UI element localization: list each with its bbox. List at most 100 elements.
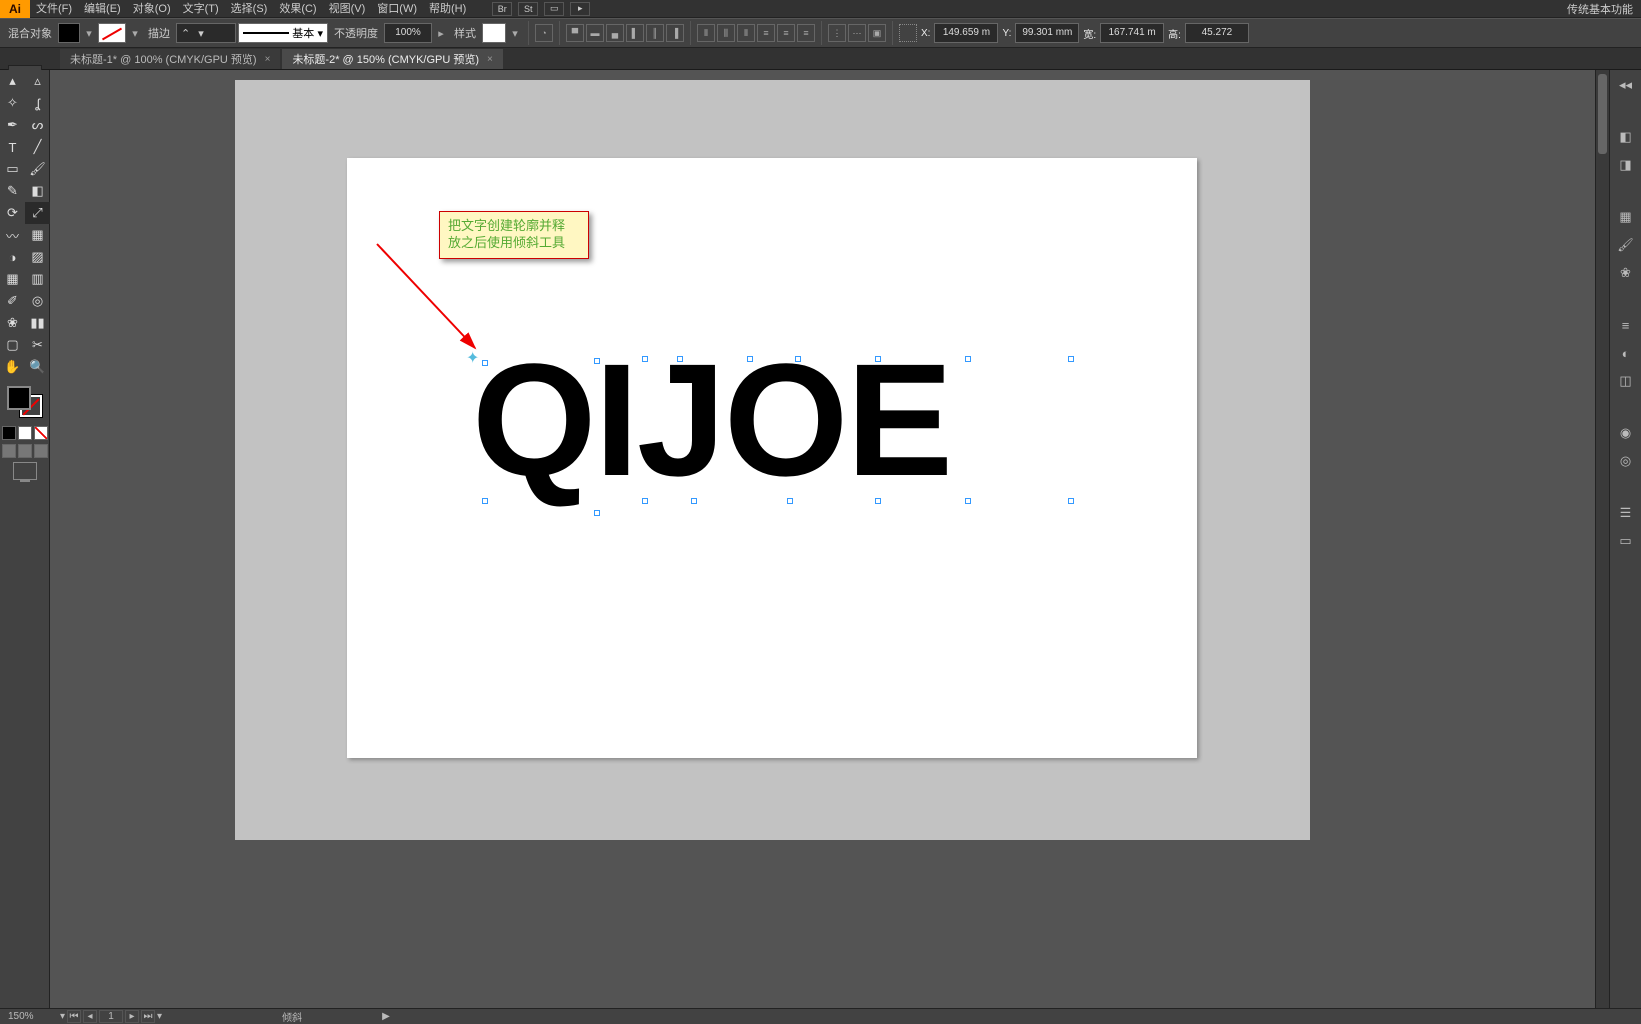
anchor-point[interactable] (1068, 356, 1074, 362)
artboards-panel-icon[interactable]: ▭ (1615, 530, 1637, 552)
width-tool-icon[interactable]: 〰 (0, 224, 25, 246)
magic-wand-tool-icon[interactable]: ✧ (0, 92, 25, 114)
appearance-panel-icon[interactable]: ◉ (1615, 422, 1637, 444)
first-artboard-icon[interactable]: ⏮ (67, 1010, 81, 1023)
dock-expand-icon[interactable]: ◂◂ (1615, 74, 1637, 96)
anchor-point[interactable] (1068, 498, 1074, 504)
anchor-point[interactable] (642, 498, 648, 504)
menu-edit[interactable]: 编辑(E) (78, 0, 127, 18)
color-panel-icon[interactable]: ◧ (1615, 126, 1637, 148)
stroke-swatch-none[interactable] (98, 23, 126, 43)
draw-inside-icon[interactable] (34, 444, 48, 458)
menu-object[interactable]: 对象(O) (127, 0, 177, 18)
selection-tool-icon[interactable]: ▴ (0, 70, 25, 92)
color-mode-solid-icon[interactable] (2, 426, 16, 440)
rotate-tool-icon[interactable]: ⟳ (0, 202, 25, 224)
next-artboard-icon[interactable]: ▸ (125, 1010, 139, 1023)
gradient-panel-icon[interactable]: ◐ (1615, 342, 1637, 364)
hand-tool-icon[interactable]: ✋ (0, 356, 25, 378)
fill-swatch[interactable] (58, 23, 80, 43)
menu-select[interactable]: 选择(S) (225, 0, 274, 18)
curvature-tool-icon[interactable]: ᔕ (25, 114, 50, 136)
prev-artboard-icon[interactable]: ◂ (83, 1010, 97, 1023)
document-tab-1[interactable]: 未标题-1* @ 100% (CMYK/GPU 预览) × (60, 49, 280, 69)
menu-file[interactable]: 文件(F) (30, 0, 78, 18)
h-input[interactable]: 45.272 (1185, 23, 1249, 43)
opacity-dropdown[interactable]: ▸ (434, 27, 448, 40)
distribute-bottom-icon[interactable]: ≡ (797, 24, 815, 42)
distribute-right-icon[interactable]: ⫴ (737, 24, 755, 42)
draw-normal-icon[interactable] (2, 444, 16, 458)
opacity-input[interactable]: 100% (384, 23, 432, 43)
workspace-switcher[interactable]: 传统基本功能 (1567, 1, 1641, 17)
menu-effect[interactable]: 效果(C) (273, 0, 322, 18)
distribute-vcenter-icon[interactable]: ≡ (777, 24, 795, 42)
shaper-tool-icon[interactable]: ✎ (0, 180, 25, 202)
menu-window[interactable]: 窗口(W) (371, 0, 423, 18)
menu-help[interactable]: 帮助(H) (423, 0, 472, 18)
distribute-spacing2-icon[interactable]: ⋯ (848, 24, 866, 42)
distribute-hcenter-icon[interactable]: ⫼ (717, 24, 735, 42)
artboard-number-input[interactable]: 1 (99, 1010, 123, 1023)
fill-stroke-indicator[interactable] (5, 384, 45, 420)
w-input[interactable]: 167.741 m (1100, 23, 1164, 43)
screen-mode-icon[interactable] (13, 462, 37, 480)
eyedropper-tool-icon[interactable]: ✐ (0, 290, 25, 312)
anchor-point[interactable] (795, 356, 801, 362)
slice-tool-icon[interactable]: ✂ (25, 334, 50, 356)
brush-tool-icon[interactable]: 🖌 (25, 158, 50, 180)
distribute-spacing-icon[interactable]: ⋮ (828, 24, 846, 42)
align-hcenter-icon[interactable]: ║ (646, 24, 664, 42)
stroke-dropdown[interactable]: ▾ (128, 27, 142, 40)
x-input[interactable]: 149.659 m (934, 23, 998, 43)
free-transform-tool-icon[interactable]: ▦ (25, 224, 50, 246)
draw-behind-icon[interactable] (18, 444, 32, 458)
anchor-point[interactable] (965, 498, 971, 504)
gradient-tool-icon[interactable]: ▥ (25, 268, 50, 290)
last-artboard-icon[interactable]: ⏭ (141, 1010, 155, 1023)
zoom-tool-icon[interactable]: 🔍 (25, 356, 50, 378)
fill-color-icon[interactable] (7, 386, 31, 410)
color-mode-gradient-icon[interactable] (18, 426, 32, 440)
align-top-icon[interactable]: ▀ (566, 24, 584, 42)
anchor-point[interactable] (482, 498, 488, 504)
recolor-icon[interactable]: ◔ (535, 24, 553, 42)
vertical-scrollbar[interactable] (1595, 70, 1609, 1008)
anchor-point[interactable] (594, 510, 600, 516)
align-to-icon[interactable]: ▣ (868, 24, 886, 42)
graphic-styles-panel-icon[interactable]: ◎ (1615, 450, 1637, 472)
graph-tool-icon[interactable]: ▮▮ (25, 312, 50, 334)
symbol-spray-tool-icon[interactable]: ❀ (0, 312, 25, 334)
close-icon[interactable]: × (487, 54, 493, 65)
anchor-point[interactable] (594, 358, 600, 364)
perspective-tool-icon[interactable]: ▨ (25, 246, 50, 268)
close-icon[interactable]: × (265, 54, 271, 65)
direct-selection-tool-icon[interactable]: ▵ (25, 70, 50, 92)
lasso-tool-icon[interactable]: ʆ (25, 92, 50, 114)
style-swatch[interactable] (482, 23, 506, 43)
document-tab-2[interactable]: 未标题-2* @ 150% (CMYK/GPU 预览) × (282, 49, 502, 69)
arrange-icon[interactable]: ▭ (544, 2, 564, 16)
eraser-tool-icon[interactable]: ◧ (25, 180, 50, 202)
stroke-weight-input[interactable]: ⌃▾ (176, 23, 236, 43)
status-play-icon[interactable]: ▶ (382, 1011, 390, 1022)
align-left-icon[interactable]: ▌ (626, 24, 644, 42)
symbols-panel-icon[interactable]: ❀ (1615, 262, 1637, 284)
style-dropdown[interactable]: ▾ (508, 27, 522, 40)
line-tool-icon[interactable]: ╱ (25, 136, 50, 158)
color-mode-none-icon[interactable] (34, 426, 48, 440)
anchor-point[interactable] (875, 498, 881, 504)
layers-panel-icon[interactable]: ☰ (1615, 502, 1637, 524)
tool-panel-grip[interactable] (8, 65, 42, 70)
blend-tool-icon[interactable]: ◎ (25, 290, 50, 312)
menu-type[interactable]: 文字(T) (177, 0, 225, 18)
mesh-tool-icon[interactable]: ▦ (0, 268, 25, 290)
rectangle-tool-icon[interactable]: ▭ (0, 158, 25, 180)
type-tool-icon[interactable]: T (0, 136, 25, 158)
anchor-point[interactable] (747, 356, 753, 362)
transform-ref-icon[interactable] (899, 24, 917, 42)
artboard-tool-icon[interactable]: ▢ (0, 334, 25, 356)
zoom-level-input[interactable]: 150% (0, 1011, 60, 1022)
brushes-panel-icon[interactable]: 🖌 (1615, 234, 1637, 256)
align-bottom-icon[interactable]: ▄ (606, 24, 624, 42)
